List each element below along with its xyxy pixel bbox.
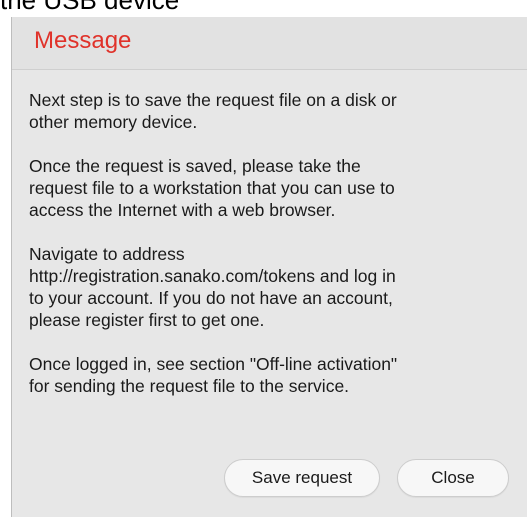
close-button[interactable]: Close — [397, 459, 509, 497]
message-dialog: Message Next step is to save the request… — [11, 17, 527, 517]
message-paragraph-save-step: Next step is to save the request file on… — [29, 90, 397, 132]
message-paragraph-workstation: Once the request is saved, please take t… — [29, 156, 395, 220]
dialog-header: Message — [12, 17, 527, 70]
background-window-text: the USB device — [0, 0, 180, 15]
save-request-button[interactable]: Save request — [224, 459, 380, 497]
dialog-body: Next step is to save the request file on… — [29, 89, 499, 419]
dialog-title: Message — [34, 27, 132, 54]
message-paragraph-offline-activation: Once logged in, see section "Off-line ac… — [29, 354, 398, 396]
message-paragraph-navigate: Navigate to address http://registration.… — [29, 244, 396, 330]
